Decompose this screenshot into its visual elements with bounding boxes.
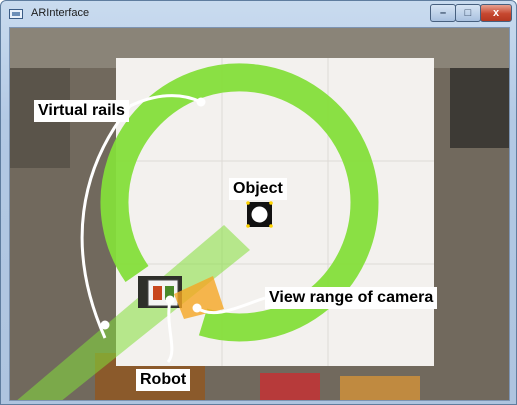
camera-view[interactable]: Virtual rails Object View range of camer… xyxy=(9,27,510,401)
minimize-button[interactable]: – xyxy=(430,4,456,22)
callout-dot xyxy=(196,97,206,107)
callout-dot xyxy=(192,303,202,313)
title-bar[interactable]: ARInterface – □ x xyxy=(1,1,517,27)
label-virtual-rails: Virtual rails xyxy=(34,100,129,122)
label-object: Object xyxy=(229,178,287,200)
label-robot: Robot xyxy=(136,369,191,391)
callout-dot xyxy=(165,295,175,305)
box-object xyxy=(340,376,420,400)
ar-interface-window: ARInterface – □ x Virtual rails Object V… xyxy=(0,0,517,405)
robot-marker-detail xyxy=(153,286,162,300)
ar-scene xyxy=(10,28,509,400)
floor-object xyxy=(450,68,509,148)
label-view-range: View range of camera xyxy=(265,287,438,309)
maximize-button[interactable]: □ xyxy=(455,4,481,22)
object-marker-circle xyxy=(251,206,268,223)
callout-dot xyxy=(100,320,110,330)
window-title: ARInterface xyxy=(31,7,90,19)
close-icon: x xyxy=(492,7,500,19)
window-app-icon[interactable] xyxy=(9,9,23,19)
close-button[interactable]: x xyxy=(480,4,512,22)
maximize-icon: □ xyxy=(464,7,472,19)
box-object xyxy=(260,373,320,400)
minimize-icon: – xyxy=(439,7,447,19)
